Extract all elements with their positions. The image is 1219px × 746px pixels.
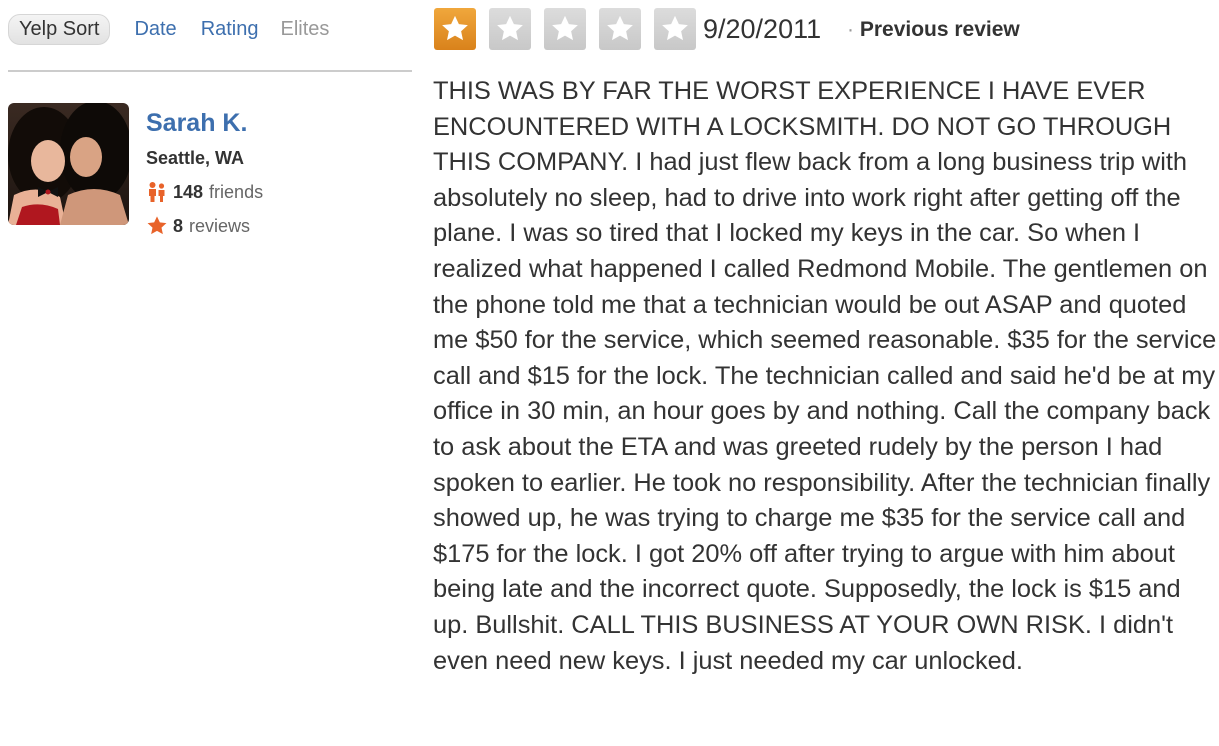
friends-stat: 148 friends — [146, 180, 263, 204]
user-location: Seattle, WA — [146, 148, 245, 168]
previous-review-separator: · — [847, 18, 854, 41]
rating-star-3-icon — [544, 8, 586, 50]
user-name-link[interactable]: Sarah K. — [146, 106, 263, 140]
review-text: THIS WAS BY FAR THE WORST EXPERIENCE I H… — [433, 77, 1217, 675]
sort-yelp-button[interactable]: Yelp Sort — [8, 13, 111, 45]
sort-divider — [8, 70, 412, 72]
user-avatar[interactable] — [8, 103, 129, 225]
avatar-photo — [8, 103, 129, 225]
sort-elites-link: Elites — [280, 17, 330, 40]
previous-review: · Previous review — [847, 15, 1020, 45]
star-rating — [434, 8, 696, 50]
star-icon — [146, 215, 168, 237]
friends-count: 148 — [173, 182, 204, 202]
sort-rating-link[interactable]: Rating — [201, 18, 259, 41]
rating-star-4-icon — [599, 8, 641, 50]
reviews-stat: 8 reviews — [146, 214, 263, 238]
friends-label: friends — [209, 182, 264, 202]
review-page: Yelp Sort Date Rating Elites Sarah K. Se… — [0, 0, 1219, 746]
previous-review-link[interactable]: Previous review — [860, 18, 1020, 41]
reviews-count: 8 — [173, 216, 184, 236]
sort-date-link[interactable]: Date — [134, 18, 176, 41]
sort-bar: Yelp Sort Date Rating Elites — [8, 12, 329, 46]
reviews-label: reviews — [189, 216, 251, 236]
user-info: Sarah K. Seattle, WA 148 friends 8 revie… — [146, 106, 263, 238]
rating-star-1-icon — [434, 8, 476, 50]
rating-star-5-icon — [654, 8, 696, 50]
review-date: 9/20/2011 — [703, 14, 822, 44]
rating-star-2-icon — [489, 8, 531, 50]
friends-icon — [146, 181, 168, 203]
